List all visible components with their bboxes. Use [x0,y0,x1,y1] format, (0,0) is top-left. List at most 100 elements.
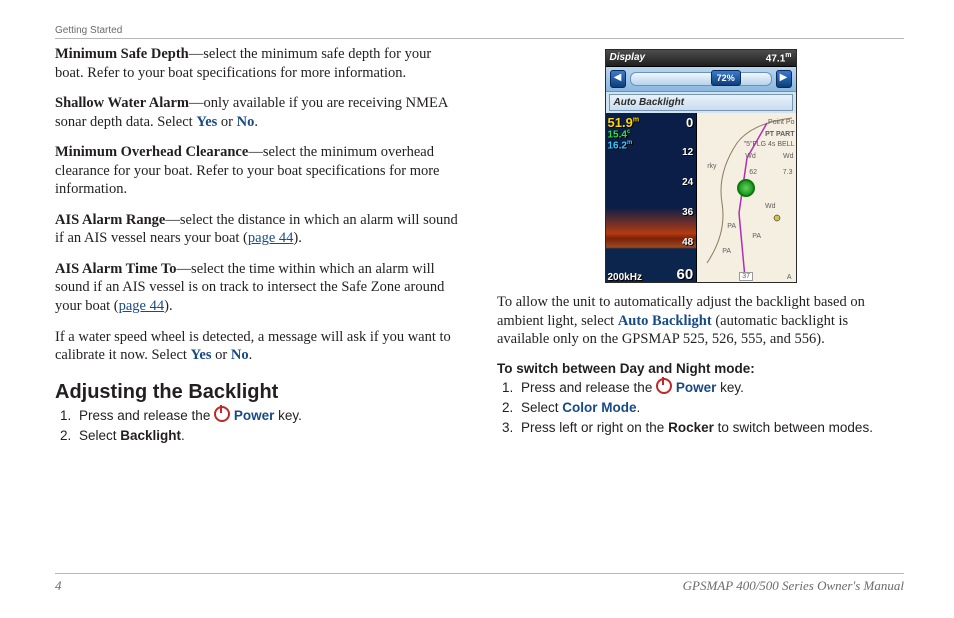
color-mode-label: Color Mode [562,400,636,415]
chart-lbl-wd3: Wd [765,203,776,210]
sonar-temp-val: 15.4 [608,130,627,141]
sonar-depth: 51.9m [608,115,640,130]
chart-lbl-62: 62 [749,169,757,176]
step-1-right: Press and release the Power key. [517,378,904,398]
sonar-v3: 16.2m [608,140,633,151]
chart-lines [697,113,795,283]
reading-unit: m [785,52,791,59]
manual-title: GPSMAP 400/500 Series Owner's Manual [683,578,904,594]
chart-lbl-wd2: Wd [783,153,794,160]
device-screenshot: Display 47.1m ◀ 72% ▶ Auto Backlight 51.… [605,49,797,283]
text-or-2: or [212,347,231,363]
power-key-label-2: Power [676,380,717,395]
text-aat-2: ). [164,298,172,314]
steps-title-daynight: To switch between Day and Night mode: [497,361,904,376]
steps-daynight: Press and release the Power key. Select … [497,378,904,439]
para-ais-range: AIS Alarm Range—select the distance in w… [55,211,462,248]
sonar-depth-unit: m [633,117,639,124]
chart-lbl-37: 37 [739,272,753,281]
chart-lbl-pointpo: Point Po [768,119,794,126]
chart-lbl-flg: "5"FLG 4s BELL [744,141,795,148]
page-footer: 4 GPSMAP 400/500 Series Owner's Manual [55,573,904,594]
step-2-right: Select Color Mode. [517,398,904,418]
boat-icon [737,179,755,197]
rs2b: . [637,400,641,415]
chart-lbl-ptpart: PT PART [765,131,794,138]
para-water-speed-wheel: If a water speed wheel is detected, a me… [55,328,462,365]
auto-backlight-label: Auto Backlight [618,313,712,329]
chart-lbl-pa2: PA [752,233,761,240]
sonar-scale-48: 48 [682,237,693,248]
chart-lbl-73: 7.3 [783,169,793,176]
step-1-left: Press and release the Power key. [75,406,462,426]
device-title: Display [610,52,646,64]
sonar-temp-unit: c [627,129,630,135]
chart-lbl-a: A [787,274,792,281]
chart-lbl-pa1: PA [727,223,736,230]
rs1b: key. [716,380,744,395]
para-min-overhead: Minimum Overhead Clearance—select the mi… [55,143,462,199]
backlight-slider-row: ◀ 72% ▶ [606,67,796,92]
sonar-v3-val: 16.2 [608,141,627,152]
sonar-depth-val: 51.9 [608,115,633,130]
backlight-label: Backlight [120,428,181,443]
steps-backlight: Press and release the Power key. Select … [55,406,462,447]
sonar-scale-24: 24 [682,177,693,188]
rs3a: Press left or right on the [521,420,668,435]
page-number: 4 [55,578,62,594]
option-yes-2: Yes [191,347,212,363]
term-msd: Minimum Safe Depth [55,46,189,62]
running-header: Getting Started [55,25,904,39]
power-key-label: Power [234,408,275,423]
para-ais-time-to: AIS Alarm Time To—select the time within… [55,260,462,316]
option-yes: Yes [196,114,217,130]
device-titlebar: Display 47.1m [606,50,796,67]
slider-right-arrow[interactable]: ▶ [776,70,792,88]
para-auto-backlight: To allow the unit to automatically adjus… [497,293,904,349]
sonar-freq: 200kHz [608,272,642,283]
sonar-scale-60: 60 [677,266,694,283]
term-swa: Shallow Water Alarm [55,95,189,111]
chart-lbl-wd1: Wd [745,153,756,160]
chart-panel: Point Po PT PART "5"FLG 4s BELL Wd Wd rk… [697,113,795,283]
term-aat: AIS Alarm Time To [55,261,177,277]
option-no-2: No [231,347,249,363]
auto-backlight-button[interactable]: Auto Backlight [609,94,793,111]
power-icon [214,406,230,422]
step-1b: key. [274,408,302,423]
text-aar-2: ). [293,230,301,246]
device-split-view: 51.9m 15.4c 16.2m 0 12 24 36 48 60 200kH… [606,113,796,283]
power-icon [656,378,672,394]
sonar-scale-0: 0 [686,115,693,130]
left-column: Minimum Safe Depth—select the minimum sa… [55,45,462,456]
option-no: No [237,114,255,130]
rs3b: to switch between modes. [714,420,873,435]
term-moc: Minimum Overhead Clearance [55,144,248,160]
step-3-right: Press left or right on the Rocker to swi… [517,418,904,438]
link-page-44-b[interactable]: page 44 [119,298,165,314]
link-page-44-a[interactable]: page 44 [248,230,294,246]
sonar-scale-12: 12 [682,147,693,158]
step-1a: Press and release the [79,408,214,423]
rs2a: Select [521,400,562,415]
device-reading: 47.1m [766,52,792,64]
term-aar: AIS Alarm Range [55,212,165,228]
heading-adjusting-backlight: Adjusting the Backlight [55,381,462,404]
step-2b: . [181,428,185,443]
sonar-scale-36: 36 [682,207,693,218]
para-shallow-water-alarm: Shallow Water Alarm—only available if yo… [55,94,462,131]
right-column: Display 47.1m ◀ 72% ▶ Auto Backlight 51.… [497,45,904,456]
text-or-1: or [217,114,236,130]
backlight-slider-thumb[interactable]: 72% [711,70,741,86]
backlight-slider-track[interactable]: 72% [630,72,772,86]
sonar-v3-unit: m [627,140,632,146]
sonar-temp: 15.4c [608,129,631,140]
reading-value: 47.1 [766,53,785,64]
chart-lbl-pa3: PA [722,248,731,255]
slider-left-arrow[interactable]: ◀ [610,70,626,88]
rocker-label: Rocker [668,420,714,435]
step-2a: Select [79,428,120,443]
chart-lbl-rky: rky [707,163,716,170]
dot-2: . [249,347,253,363]
step-2-left: Select Backlight. [75,426,462,446]
